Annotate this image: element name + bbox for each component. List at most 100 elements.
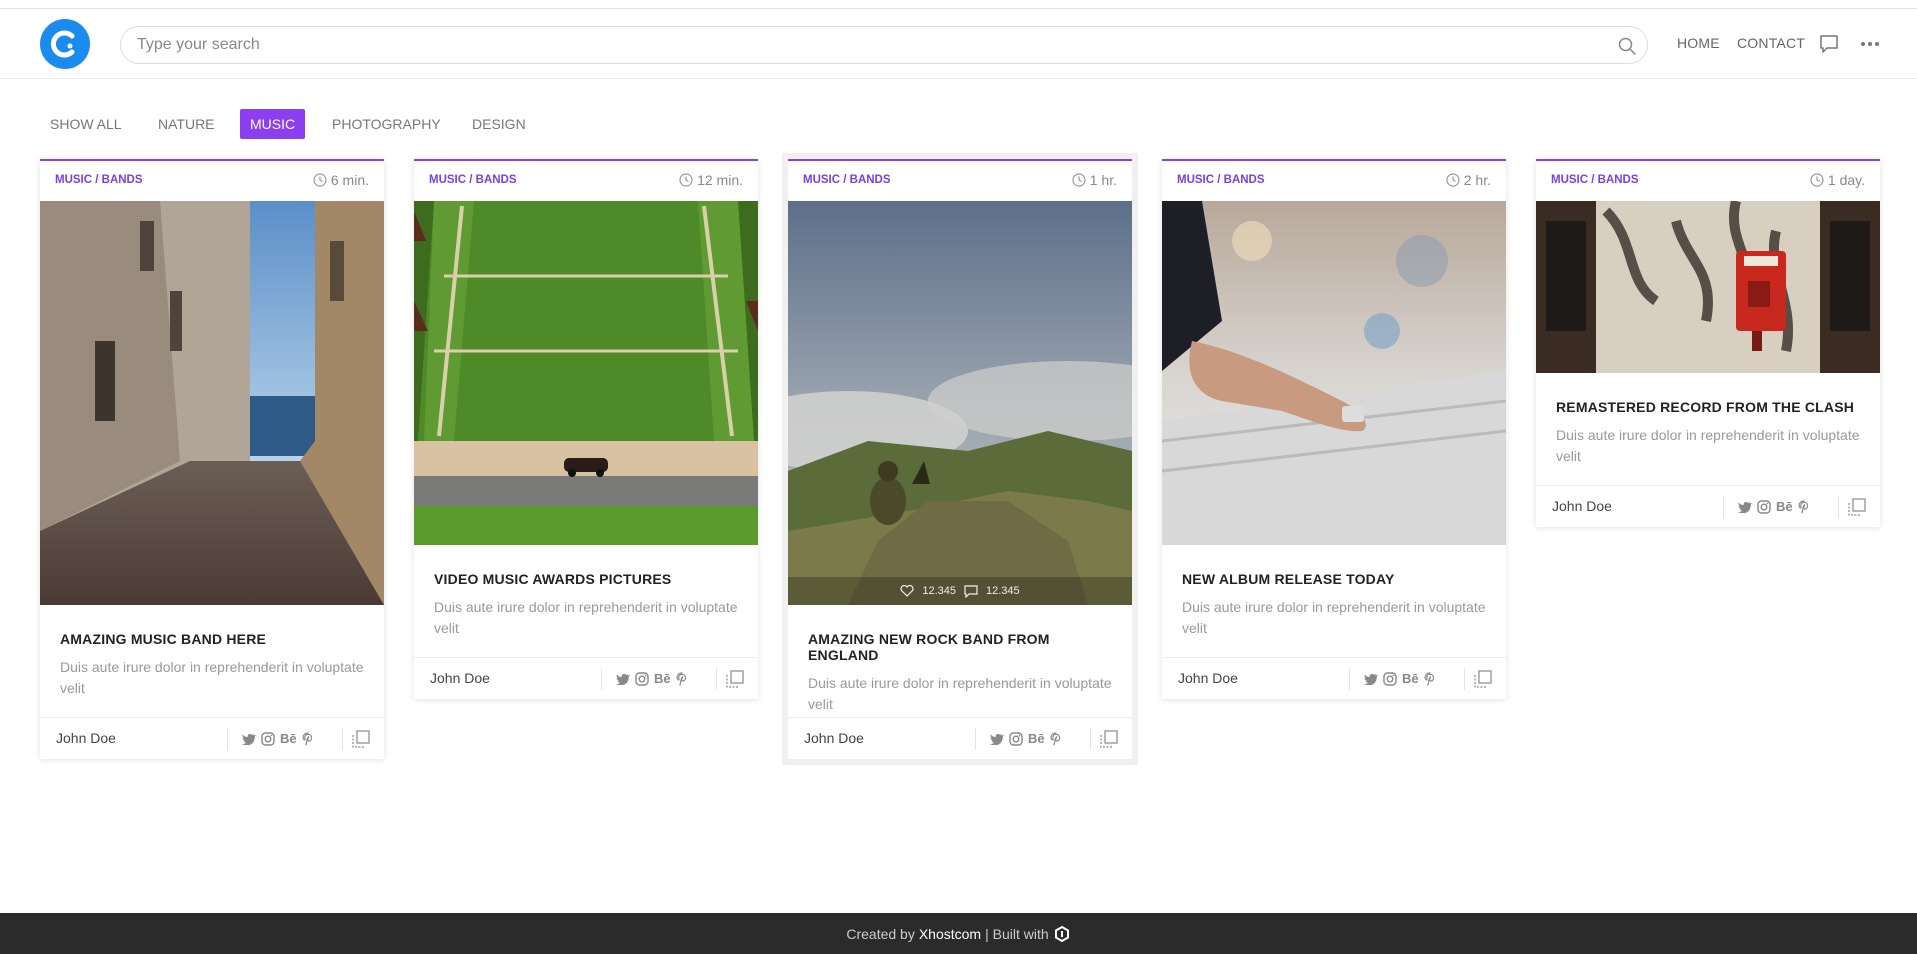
card-excerpt: Duis aute irure dolor in reprehenderit i…	[1182, 599, 1486, 636]
search-bar	[120, 26, 1648, 64]
image-stats: 12.345 12.345	[788, 577, 1132, 605]
card-category[interactable]: MUSIC / BANDS	[55, 174, 143, 186]
behance-icon[interactable]: Bē	[654, 671, 671, 686]
card-category[interactable]: MUSIC / BANDS	[1551, 174, 1639, 186]
twitter-icon[interactable]	[1738, 501, 1752, 513]
card-title[interactable]: AMAZING NEW ROCK BAND FROM ENGLAND	[808, 631, 1112, 663]
post-card[interactable]: MUSIC / BANDS 1 hr. 12.345 12.345 AMAZIN…	[788, 159, 1132, 759]
divider	[975, 728, 976, 750]
card-author[interactable]: John Doe	[56, 730, 116, 746]
filter-design[interactable]: DESIGN	[462, 109, 536, 139]
divider	[227, 728, 228, 750]
search-icon[interactable]	[1617, 36, 1637, 56]
heart-icon[interactable]	[900, 585, 914, 597]
pinterest-icon[interactable]	[302, 731, 314, 746]
post-card[interactable]: MUSIC / BANDS 1 day. REMASTERED RECORD F…	[1536, 159, 1880, 527]
framework-logo-icon[interactable]	[1053, 925, 1071, 943]
nav-home[interactable]: HOME	[1677, 35, 1720, 51]
card-category[interactable]: MUSIC / BANDS	[803, 174, 891, 186]
logo[interactable]	[40, 19, 90, 69]
card-footer: John Doe Bē	[1162, 657, 1506, 699]
filter-nature[interactable]: NATURE	[148, 109, 225, 139]
card-author[interactable]: John Doe	[1552, 498, 1612, 514]
card-footer: John Doe Bē	[40, 717, 384, 759]
pinterest-icon[interactable]	[1050, 731, 1062, 746]
card-footer: John Doe Bē	[414, 657, 758, 699]
filter-photography[interactable]: PHOTOGRAPHY	[322, 109, 451, 139]
card-author[interactable]: John Doe	[1178, 670, 1238, 686]
behance-icon[interactable]: Bē	[280, 731, 297, 746]
card-time: 12 min.	[679, 172, 743, 188]
nav-contact[interactable]: CONTACT	[1737, 35, 1805, 51]
instagram-icon[interactable]	[261, 731, 275, 746]
pinterest-icon[interactable]	[1424, 671, 1436, 686]
clock-icon	[679, 173, 693, 187]
share-icon[interactable]	[1848, 498, 1866, 516]
behance-icon[interactable]: Bē	[1776, 499, 1793, 514]
card-image[interactable]	[1162, 201, 1506, 545]
card-footer: John Doe Bē	[788, 717, 1132, 759]
card-title[interactable]: VIDEO MUSIC AWARDS PICTURES	[434, 571, 738, 587]
comment-icon[interactable]	[964, 584, 978, 598]
instagram-icon[interactable]	[635, 671, 649, 686]
behance-icon[interactable]: Bē	[1028, 731, 1045, 746]
more-icon[interactable]	[1860, 40, 1880, 48]
social-links: Bē	[1738, 499, 1810, 514]
twitter-icon[interactable]	[1364, 673, 1378, 685]
divider	[716, 668, 717, 690]
site-footer: Created by Xhostcom | Built with	[0, 913, 1917, 954]
share-icon[interactable]	[726, 670, 744, 688]
card-excerpt: Duis aute irure dolor in reprehenderit i…	[434, 599, 738, 636]
footer-suffix: | Built with	[985, 925, 1049, 942]
post-card[interactable]: MUSIC / BANDS 6 min. AMAZING MUSIC BAND …	[40, 159, 384, 759]
likes-count: 12.345	[922, 585, 956, 597]
pinterest-icon[interactable]	[676, 671, 688, 686]
filter-show-all[interactable]: SHOW ALL	[40, 109, 132, 139]
footer-prefix: Created by	[846, 925, 915, 942]
instagram-icon[interactable]	[1009, 731, 1023, 746]
card-category[interactable]: MUSIC / BANDS	[429, 174, 517, 186]
social-links: Bē	[242, 731, 314, 746]
twitter-icon[interactable]	[242, 733, 256, 745]
card-footer: John Doe Bē	[1536, 485, 1880, 527]
twitter-icon[interactable]	[616, 673, 630, 685]
card-image[interactable]	[40, 201, 384, 605]
post-card[interactable]: MUSIC / BANDS 12 min. VIDEO MUSIC AWARDS	[414, 159, 758, 699]
card-author[interactable]: John Doe	[430, 670, 490, 686]
filter-music[interactable]: MUSIC	[240, 109, 306, 139]
footer-brand-link[interactable]: Xhostcom	[919, 926, 981, 942]
clock-icon	[1810, 173, 1824, 187]
divider	[1723, 496, 1724, 518]
instagram-icon[interactable]	[1383, 671, 1397, 686]
card-time: 1 day.	[1810, 172, 1865, 188]
divider	[601, 668, 602, 690]
pinterest-icon[interactable]	[1798, 499, 1810, 514]
chat-icon[interactable]	[1819, 34, 1839, 54]
header: HOME CONTACT	[0, 9, 1917, 79]
card-image[interactable]	[1536, 201, 1880, 373]
behance-icon[interactable]: Bē	[1402, 671, 1419, 686]
instagram-icon[interactable]	[1757, 499, 1771, 514]
card-excerpt: Duis aute irure dolor in reprehenderit i…	[1556, 427, 1860, 464]
card-title[interactable]: REMASTERED RECORD FROM THE CLASH	[1556, 399, 1860, 415]
card-title[interactable]: NEW ALBUM RELEASE TODAY	[1182, 571, 1486, 587]
share-icon[interactable]	[352, 730, 370, 748]
clock-icon	[1446, 173, 1460, 187]
share-icon[interactable]	[1474, 670, 1492, 688]
clock-icon	[1072, 173, 1086, 187]
divider	[1838, 496, 1839, 518]
card-excerpt: Duis aute irure dolor in reprehenderit i…	[60, 659, 364, 696]
twitter-icon[interactable]	[990, 733, 1004, 745]
card-category[interactable]: MUSIC / BANDS	[1177, 174, 1265, 186]
logo-c-icon	[51, 30, 75, 58]
divider	[342, 728, 343, 750]
share-icon[interactable]	[1100, 730, 1118, 748]
card-title[interactable]: AMAZING MUSIC BAND HERE	[60, 631, 364, 647]
card-author[interactable]: John Doe	[804, 730, 864, 746]
search-input[interactable]	[137, 27, 1597, 63]
post-card[interactable]: MUSIC / BANDS 2 hr. NEW ALBUM RELEASE TO…	[1162, 159, 1506, 699]
divider	[1464, 668, 1465, 690]
card-time: 6 min.	[313, 172, 369, 188]
card-image[interactable]: 12.345 12.345	[788, 201, 1132, 605]
card-image[interactable]	[414, 201, 758, 545]
